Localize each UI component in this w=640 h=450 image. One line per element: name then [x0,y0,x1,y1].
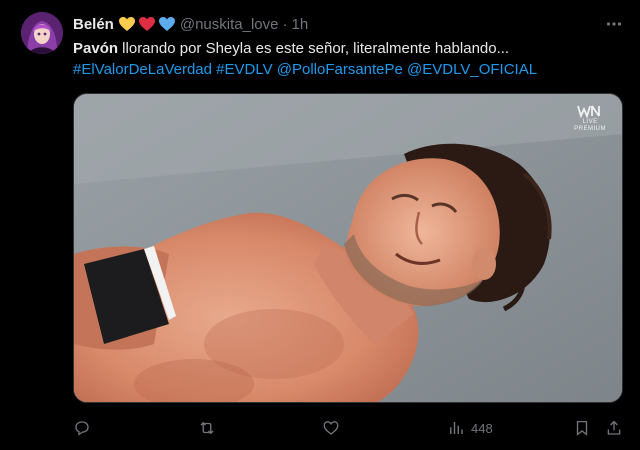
tweet[interactable]: Belén @nuskita_love · 1h Pavón llorando … [0,0,640,450]
tweet-header: Belén @nuskita_love · 1h [73,13,308,35]
reply-icon [75,421,89,436]
hashtags-line: #ElValorDeLaVerdad #EVDLV @PolloFarsante… [73,59,621,80]
tweet-media-image[interactable]: LIVE PREMIUM [73,93,623,403]
bookmark-button[interactable] [573,414,591,442]
name-emoji-group [118,16,176,32]
hashtag-link[interactable]: #EVDLV [216,61,272,78]
user-handle[interactable]: @nuskita_love [180,16,279,33]
share-button[interactable] [605,414,623,442]
blue-heart-icon [158,17,175,31]
reply-button[interactable] [73,414,91,442]
mention-link[interactable]: @PolloFarsantePe [277,61,403,78]
repost-icon [200,421,214,435]
like-button[interactable] [322,414,340,442]
display-name[interactable]: Belén [73,16,114,33]
avatar[interactable] [21,12,63,54]
views-chart-icon [450,422,463,434]
tweet-actions: 448 [73,414,628,442]
share-icon [607,420,621,435]
separator-dot: · [282,15,288,33]
like-heart-icon [323,421,339,435]
media-picture [74,94,622,402]
views-count: 448 [471,420,493,436]
wwe-watermark-text: LIVE [582,119,598,125]
wwe-logo: LIVE PREMIUM [574,104,606,132]
hashtag-link[interactable]: #ElValorDeLaVerdad [73,61,212,78]
yellow-heart-icon [118,17,135,31]
wwe-logo-icon [577,105,600,118]
timestamp[interactable]: 1h [291,16,308,33]
red-heart-icon [138,17,155,31]
more-dots-icon [606,22,622,26]
tweet-text-body: llorando por Sheyla es este señor, liter… [118,40,510,57]
tweet-text-bold: Pavón [73,40,119,57]
more-options-button[interactable] [603,13,625,35]
tweet-text: Pavón llorando por Sheyla es este señor,… [73,38,621,80]
views-button[interactable]: 448 [447,414,493,442]
tweet-text-line: Pavón llorando por Sheyla es este señor,… [73,38,621,59]
mention-link[interactable]: @EVDLV_OFICIAL [407,61,537,78]
bookmark-icon [576,420,588,436]
repost-button[interactable] [197,414,217,442]
wwe-watermark-subtext: PREMIUM [574,126,606,132]
avatar-image [21,12,63,54]
